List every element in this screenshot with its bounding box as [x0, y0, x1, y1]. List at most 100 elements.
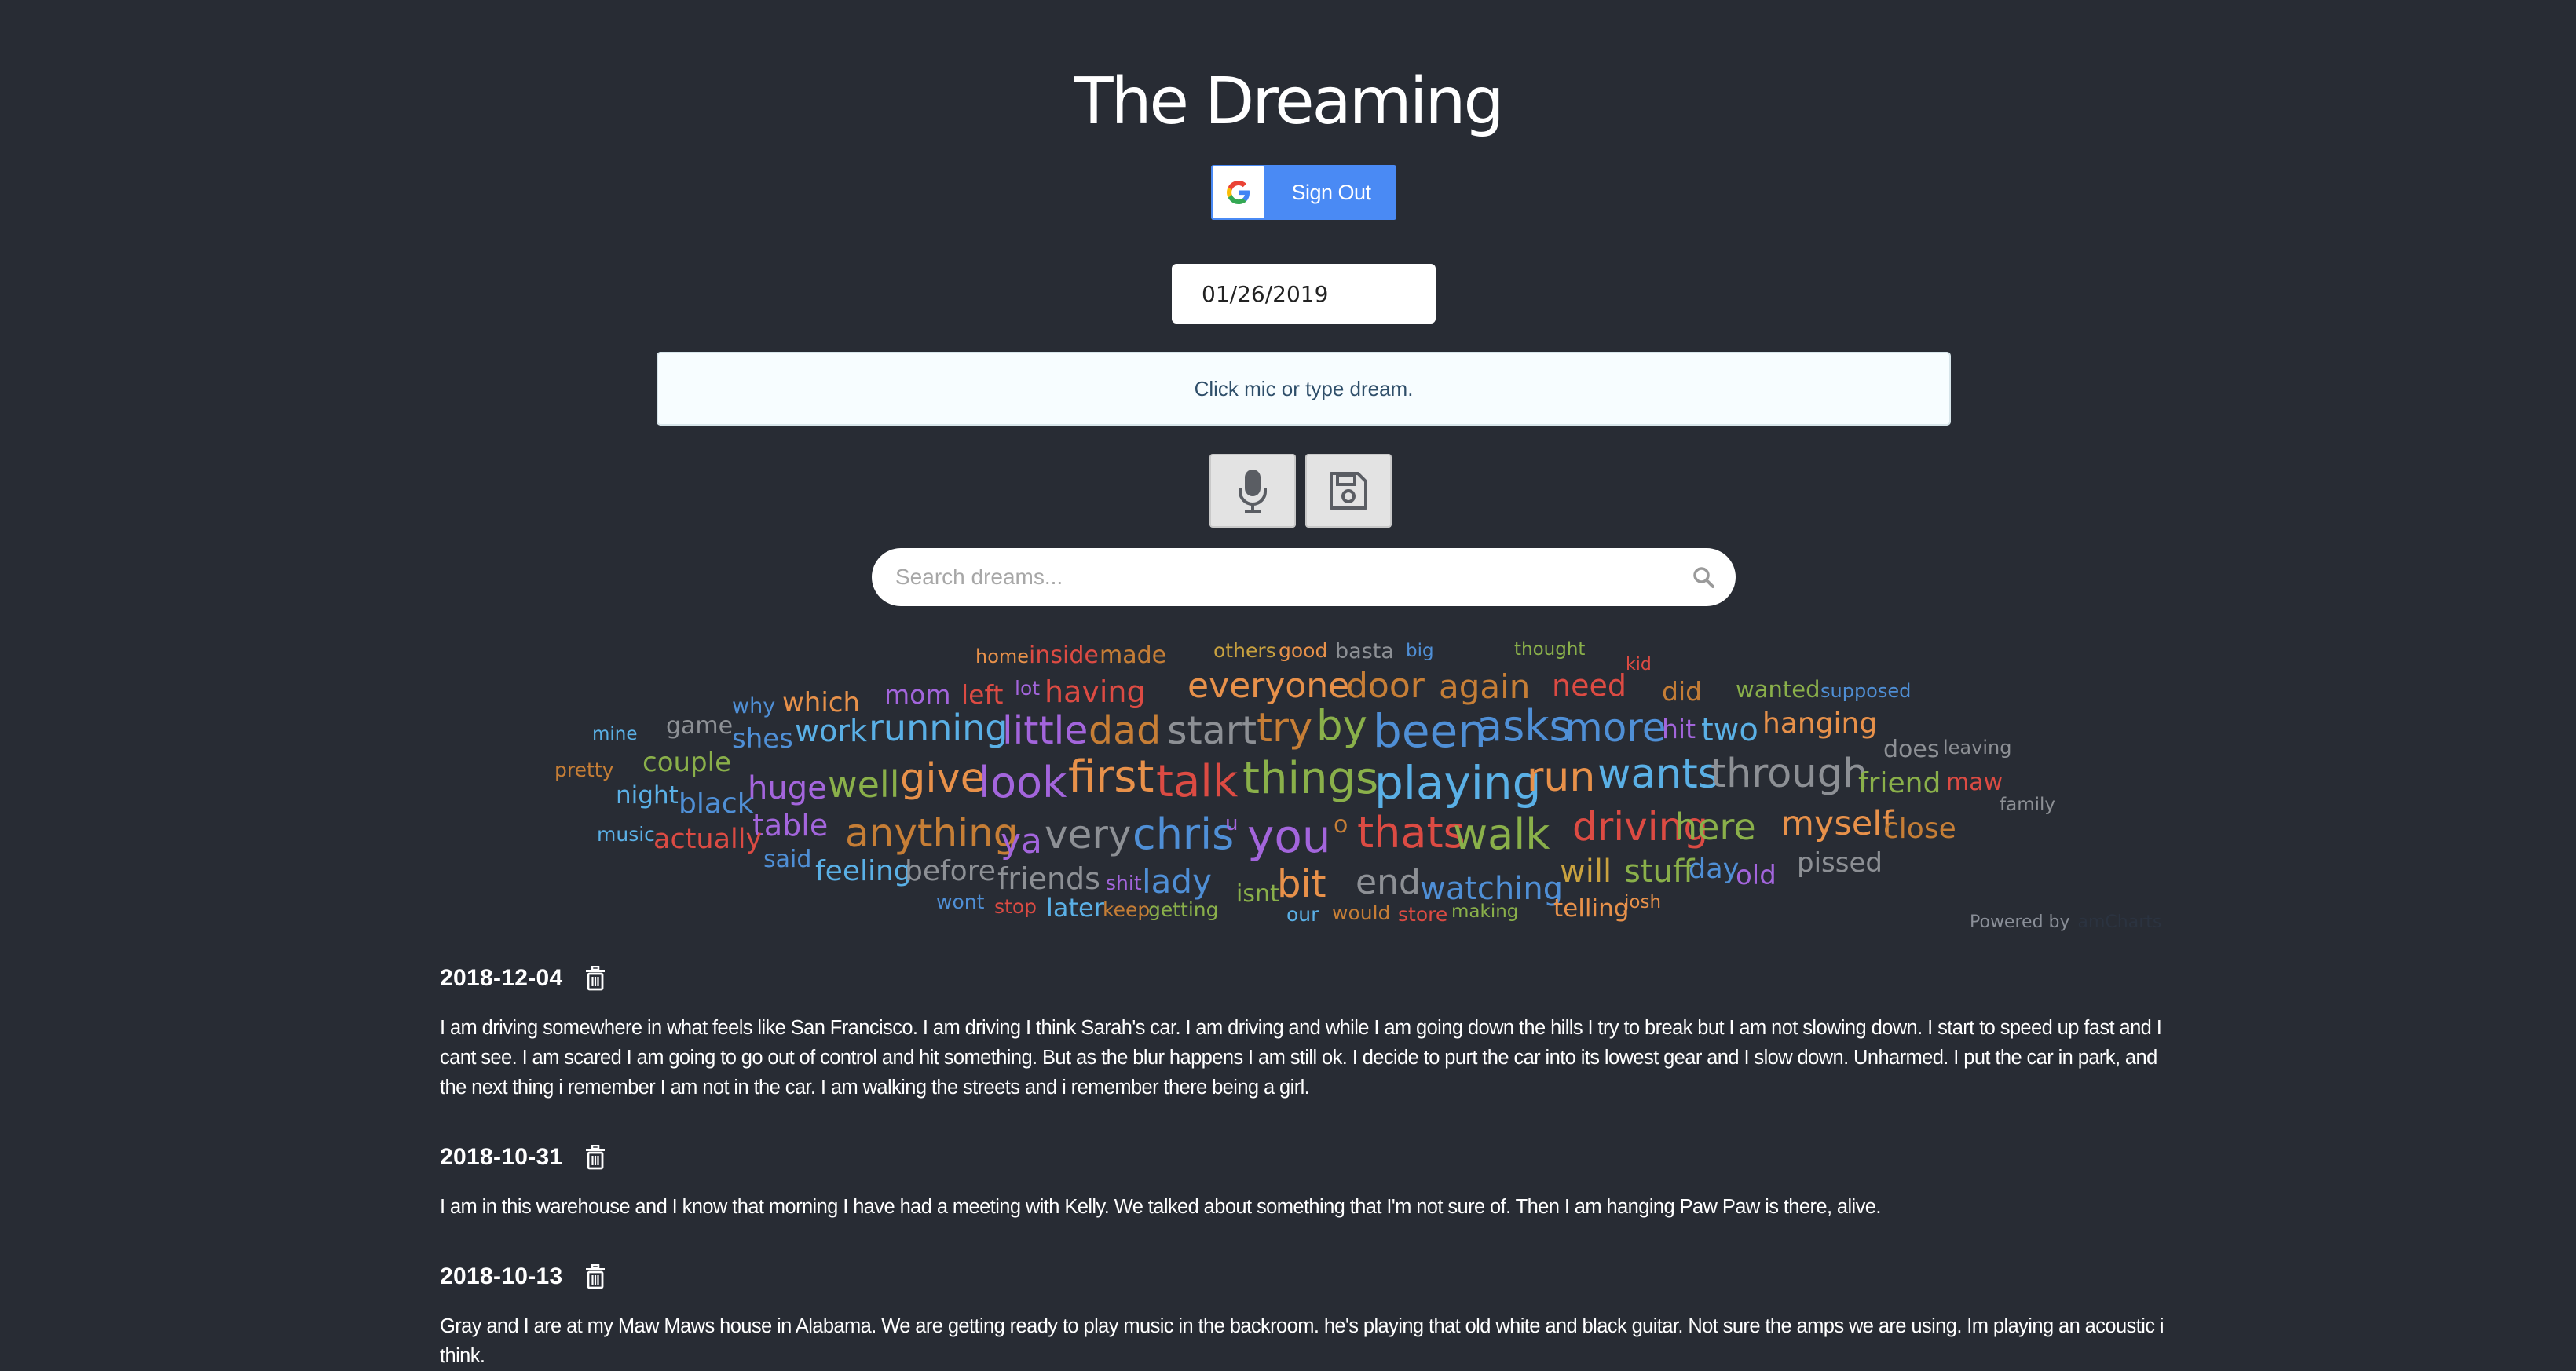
word-cloud-word[interactable]: look	[979, 762, 1067, 804]
word-cloud-word[interactable]: hanging	[1762, 710, 1877, 738]
word-cloud-word[interactable]: old	[1736, 862, 1776, 889]
word-cloud-word[interactable]: huge	[748, 773, 827, 804]
word-cloud-word[interactable]: supposed	[1820, 682, 1911, 700]
word-cloud-word[interactable]: try	[1257, 708, 1312, 748]
word-cloud-word[interactable]: home	[975, 647, 1029, 666]
word-cloud-word[interactable]: close	[1883, 815, 1956, 843]
trash-icon[interactable]	[584, 1264, 606, 1289]
word-cloud-word[interactable]: here	[1674, 809, 1756, 845]
word-cloud-word[interactable]: getting	[1148, 900, 1219, 919]
word-cloud-word[interactable]: wont	[936, 892, 984, 912]
word-cloud-word[interactable]: did	[1662, 678, 1702, 704]
word-cloud-word[interactable]: run	[1527, 757, 1595, 798]
word-cloud-word[interactable]: wants	[1597, 754, 1719, 795]
word-cloud-word[interactable]: well	[828, 766, 899, 802]
trash-icon[interactable]	[584, 1145, 606, 1170]
word-cloud-word[interactable]: kid	[1626, 656, 1652, 674]
word-cloud-word[interactable]: before	[905, 857, 996, 886]
word-cloud-word[interactable]: lady	[1142, 865, 1212, 898]
word-cloud-word[interactable]: need	[1552, 671, 1626, 700]
word-cloud-word[interactable]: leaving	[1943, 738, 2011, 757]
word-cloud-word[interactable]: running	[869, 710, 1008, 746]
word-cloud-word[interactable]: give	[900, 759, 985, 799]
word-cloud-word[interactable]: through	[1711, 754, 1868, 794]
word-cloud-word[interactable]: thats	[1357, 812, 1465, 854]
word-cloud-word[interactable]: by	[1316, 705, 1367, 747]
word-cloud-word[interactable]: talk	[1156, 760, 1238, 804]
word-cloud-word[interactable]: watching	[1420, 873, 1563, 905]
search-input[interactable]	[895, 548, 1649, 606]
word-cloud-word[interactable]: having	[1045, 677, 1146, 707]
google-sign-out-button[interactable]: Sign Out	[1211, 165, 1396, 220]
word-cloud-word[interactable]: later	[1046, 895, 1104, 920]
word-cloud-word[interactable]: said	[763, 848, 811, 872]
word-cloud-word[interactable]: wanted	[1736, 678, 1820, 701]
word-cloud-word[interactable]: asks	[1476, 705, 1572, 748]
word-cloud-word[interactable]: night	[616, 784, 679, 808]
word-cloud-word[interactable]: door	[1346, 669, 1425, 704]
word-cloud-word[interactable]: friends	[997, 864, 1100, 894]
word-cloud-word[interactable]: why	[732, 696, 775, 717]
word-cloud-word[interactable]: couple	[642, 749, 731, 776]
word-cloud-word[interactable]: end	[1356, 865, 1421, 900]
word-cloud-word[interactable]: basta	[1335, 641, 1394, 662]
word-cloud-word[interactable]: mine	[592, 726, 638, 744]
word-cloud-word[interactable]: very	[1045, 815, 1132, 854]
word-cloud-word[interactable]: josh	[1624, 894, 1661, 912]
word-cloud-word[interactable]: stuff	[1624, 856, 1694, 887]
word-cloud-word[interactable]: everyone	[1187, 669, 1349, 704]
word-cloud-word[interactable]: o	[1334, 813, 1348, 837]
word-cloud-word[interactable]: would	[1332, 903, 1390, 923]
word-cloud-word[interactable]: big	[1406, 642, 1434, 660]
word-cloud-word[interactable]: start	[1167, 711, 1257, 750]
word-cloud-word[interactable]: will	[1560, 856, 1612, 887]
word-cloud-word[interactable]: stop	[994, 897, 1037, 916]
word-cloud-word[interactable]: store	[1398, 905, 1447, 924]
word-cloud-word[interactable]: keep	[1103, 900, 1150, 919]
word-cloud-word[interactable]: telling	[1553, 897, 1629, 921]
word-cloud-word[interactable]: been	[1373, 708, 1487, 754]
word-cloud-word[interactable]: shit	[1106, 873, 1142, 893]
word-cloud-word[interactable]: game	[666, 715, 733, 738]
word-cloud-word[interactable]: isnt	[1236, 883, 1279, 906]
word-cloud-word[interactable]: ya	[1001, 824, 1042, 859]
word-cloud-word[interactable]: mom	[884, 682, 950, 707]
save-button[interactable]	[1305, 454, 1392, 528]
word-cloud-word[interactable]: first	[1068, 755, 1154, 799]
word-cloud-word[interactable]: our	[1286, 905, 1319, 924]
word-cloud-word[interactable]: others	[1213, 641, 1276, 660]
word-cloud-word[interactable]: black	[679, 790, 754, 818]
search-icon[interactable]	[1692, 565, 1715, 589]
powered-by-brand-link[interactable]: amCharts	[2078, 912, 2162, 932]
word-cloud-word[interactable]: day	[1689, 856, 1739, 883]
word-cloud-word[interactable]: pissed	[1797, 850, 1883, 876]
word-cloud-word[interactable]: table	[752, 810, 828, 840]
dream-text-input[interactable]: Click mic or type dream.	[657, 352, 1951, 426]
word-cloud-word[interactable]: made	[1100, 644, 1166, 667]
word-cloud-word[interactable]: two	[1701, 715, 1758, 746]
word-cloud-word[interactable]: dad	[1089, 711, 1161, 750]
word-cloud-word[interactable]: chris	[1132, 813, 1234, 856]
word-cloud-word[interactable]: feeling	[815, 857, 912, 886]
word-cloud-word[interactable]: inside	[1029, 644, 1099, 667]
word-cloud-word[interactable]: friend	[1858, 770, 1941, 798]
date-input[interactable]	[1172, 264, 1436, 324]
word-cloud-word[interactable]: hit	[1662, 716, 1696, 742]
word-cloud-word[interactable]: pretty	[554, 760, 613, 780]
word-cloud-word[interactable]: bit	[1277, 865, 1326, 903]
word-cloud-word[interactable]: walk	[1453, 813, 1550, 856]
word-cloud-word[interactable]: little	[1002, 711, 1088, 750]
word-cloud-word[interactable]: maw	[1946, 771, 2003, 795]
word-cloud-word[interactable]: does	[1883, 738, 1939, 762]
word-cloud-word[interactable]: myself	[1781, 807, 1894, 841]
word-cloud-word[interactable]: family	[2000, 796, 2055, 814]
word-cloud-word[interactable]: thought	[1514, 641, 1585, 659]
word-cloud-word[interactable]: work	[795, 716, 867, 746]
word-cloud-word[interactable]: u	[1225, 813, 1238, 834]
word-cloud-word[interactable]: again	[1439, 671, 1530, 704]
word-cloud-word[interactable]: shes	[732, 726, 793, 752]
mic-button[interactable]	[1209, 454, 1296, 528]
word-cloud-word[interactable]: more	[1564, 708, 1667, 748]
word-cloud-word[interactable]: good	[1279, 641, 1327, 660]
word-cloud-word[interactable]: anything	[845, 813, 1019, 853]
